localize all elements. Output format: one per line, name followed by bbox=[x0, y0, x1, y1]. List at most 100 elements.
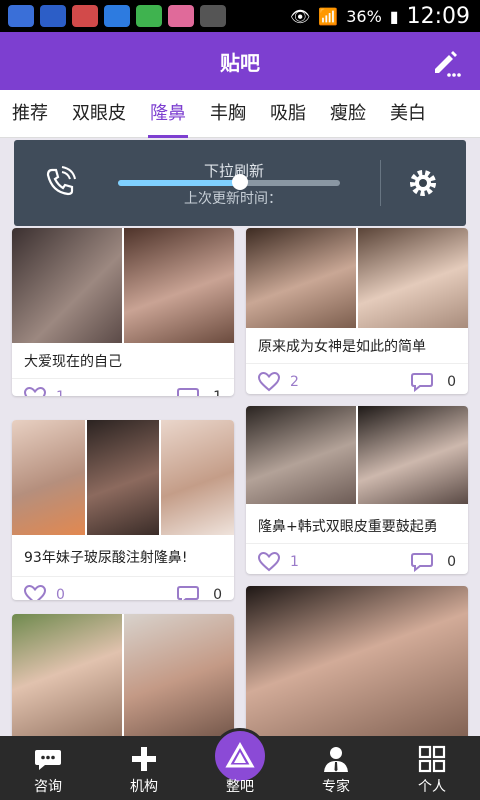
gear-icon[interactable] bbox=[406, 166, 440, 200]
tab-liposuction[interactable]: 吸脂 bbox=[258, 90, 318, 138]
heart-icon bbox=[258, 552, 280, 572]
post-stats: 1 1 bbox=[12, 379, 234, 396]
like-button[interactable]: 0 bbox=[24, 585, 65, 600]
nav-label: 专家 bbox=[322, 779, 350, 795]
tab-face-slimming[interactable]: 瘦脸 bbox=[318, 90, 378, 138]
app-icon-4 bbox=[104, 5, 130, 27]
app-icon-1 bbox=[8, 5, 34, 27]
post-card[interactable] bbox=[12, 614, 234, 736]
nav-label: 机构 bbox=[130, 779, 158, 795]
post-photo bbox=[246, 406, 358, 504]
post-photos bbox=[246, 406, 468, 504]
app-icon-6 bbox=[200, 5, 226, 27]
post-caption: 93年妹子玻尿酸注射隆鼻! bbox=[12, 535, 234, 577]
post-card[interactable] bbox=[246, 586, 468, 736]
triangle-icon bbox=[225, 741, 255, 768]
comment-button[interactable]: 0 bbox=[177, 585, 222, 600]
comment-icon bbox=[411, 373, 434, 392]
status-bar: 👁 📶 36% ▮ 12:09 bbox=[0, 0, 480, 32]
tab-double-eyelid[interactable]: 双眼皮 bbox=[60, 90, 138, 138]
post-photo bbox=[358, 406, 468, 504]
post-caption: 大爱现在的自己 bbox=[12, 343, 234, 379]
post-photos bbox=[246, 228, 468, 328]
post-photos bbox=[12, 420, 234, 535]
comment-button[interactable]: 0 bbox=[411, 372, 456, 392]
post-photos bbox=[12, 228, 234, 343]
edit-icon bbox=[435, 51, 461, 77]
app-icon-5 bbox=[168, 5, 194, 27]
category-tabs: 推荐 双眼皮 隆鼻 丰胸 吸脂 瘦脸 美白 bbox=[0, 90, 480, 138]
like-button[interactable]: 1 bbox=[258, 552, 299, 572]
like-button[interactable]: 2 bbox=[258, 372, 299, 392]
system-tray: 👁 📶 36% ▮ 12:09 bbox=[290, 4, 480, 29]
post-photos bbox=[12, 614, 234, 736]
comment-count: 0 bbox=[447, 374, 456, 390]
nav-label: 咨询 bbox=[34, 779, 62, 795]
post-photo bbox=[86, 420, 162, 535]
refresh-progress-slider[interactable] bbox=[118, 174, 340, 190]
like-button[interactable]: 1 bbox=[24, 387, 65, 396]
heart-icon bbox=[258, 372, 280, 392]
nav-institution[interactable]: 机构 bbox=[96, 736, 192, 800]
post-photo bbox=[124, 614, 234, 736]
post-photos bbox=[246, 586, 468, 736]
comment-count: 0 bbox=[447, 554, 456, 570]
comment-button[interactable]: 1 bbox=[177, 387, 222, 396]
like-count: 1 bbox=[290, 554, 299, 570]
clock: 12:09 bbox=[406, 3, 470, 29]
heart-icon bbox=[24, 387, 46, 396]
nav-label: 个人 bbox=[418, 779, 446, 795]
wifi-icon: 📶 bbox=[318, 6, 339, 26]
tab-breast[interactable]: 丰胸 bbox=[198, 90, 258, 138]
post-card[interactable]: 隆鼻+韩式双眼皮重要鼓起勇 1 0 bbox=[246, 406, 468, 574]
pull-refresh-panel: 下拉刷新 上次更新时间： bbox=[14, 140, 466, 226]
post-photo bbox=[358, 228, 468, 328]
post-caption: 原来成为女神是如此的简单 bbox=[246, 328, 468, 364]
nav-profile[interactable]: 个人 bbox=[384, 736, 480, 800]
post-photo bbox=[161, 420, 234, 535]
page-title: 贴吧 bbox=[220, 50, 260, 75]
grid-icon bbox=[418, 745, 446, 773]
post-photo bbox=[124, 228, 234, 343]
post-card[interactable]: 原来成为女神是如此的简单 2 0 bbox=[246, 228, 468, 394]
wechat-icon bbox=[136, 5, 162, 27]
post-caption: 隆鼻+韩式双眼皮重要鼓起勇 bbox=[246, 504, 468, 544]
notification-icons bbox=[0, 5, 226, 27]
refresh-last-updated: 上次更新时间： bbox=[184, 191, 282, 207]
comment-count: 1 bbox=[213, 389, 222, 396]
post-card[interactable]: 大爱现在的自己 1 1 bbox=[12, 228, 234, 396]
refresh-progress-fill bbox=[118, 180, 241, 186]
bottom-nav: 咨询 机构 整吧 专家 个人 bbox=[0, 728, 480, 800]
comment-icon bbox=[411, 553, 434, 572]
edit-button[interactable] bbox=[426, 42, 466, 82]
post-card[interactable]: 93年妹子玻尿酸注射隆鼻! 0 0 bbox=[12, 420, 234, 600]
like-count: 1 bbox=[56, 389, 65, 396]
post-stats: 2 0 bbox=[246, 364, 468, 394]
heart-icon bbox=[24, 585, 46, 600]
nav-zhengba[interactable]: 整吧 bbox=[192, 728, 288, 800]
tab-rhinoplasty[interactable]: 隆鼻 bbox=[138, 90, 198, 138]
post-stats: 1 0 bbox=[246, 544, 468, 574]
battery-icon: ▮ bbox=[389, 6, 399, 26]
eye-icon: 👁 bbox=[289, 6, 311, 26]
like-count: 2 bbox=[290, 374, 299, 390]
post-feed[interactable]: 大爱现在的自己 1 1 原来成为女神是如此的简单 2 0 bbox=[0, 140, 480, 736]
post-photo bbox=[12, 420, 87, 535]
battery-percent: 36% bbox=[346, 6, 382, 26]
person-icon bbox=[324, 747, 348, 772]
divider bbox=[380, 160, 381, 206]
comment-count: 0 bbox=[213, 587, 222, 600]
like-count: 0 bbox=[56, 587, 65, 600]
app-icon-2 bbox=[40, 5, 66, 27]
post-photo bbox=[12, 614, 124, 736]
comment-button[interactable]: 0 bbox=[411, 552, 456, 572]
comment-icon bbox=[177, 388, 200, 396]
tab-recommend[interactable]: 推荐 bbox=[0, 90, 60, 138]
nav-consult[interactable]: 咨询 bbox=[0, 736, 96, 800]
post-stats: 0 0 bbox=[12, 577, 234, 600]
tab-whitening[interactable]: 美白 bbox=[378, 90, 438, 138]
nav-expert[interactable]: 专家 bbox=[288, 736, 384, 800]
post-photo bbox=[246, 586, 468, 736]
chat-icon bbox=[35, 750, 61, 770]
phone-icon[interactable] bbox=[42, 164, 78, 200]
